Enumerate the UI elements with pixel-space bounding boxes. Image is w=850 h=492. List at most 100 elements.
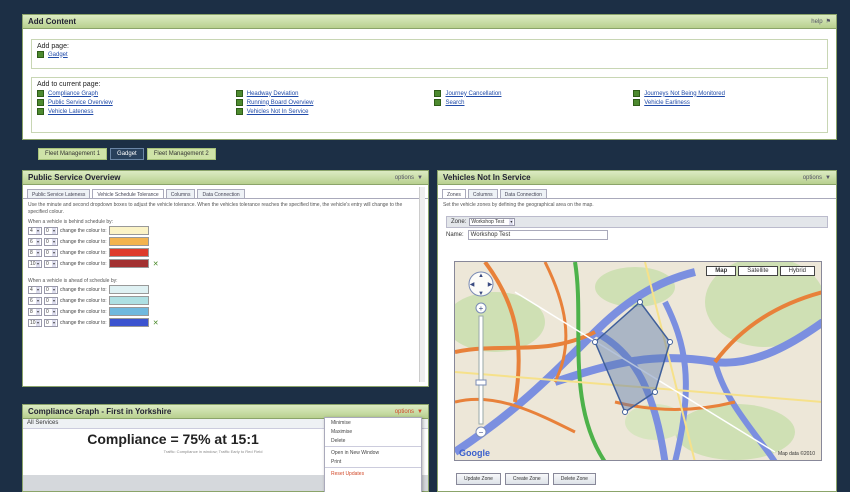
tab-public-service-lateness[interactable]: Public Service Lateness <box>27 189 91 198</box>
menu-item-print[interactable]: Print <box>325 457 421 466</box>
gadget-column-1: Compliance Graph Public Service Overview… <box>37 89 236 116</box>
colour-swatch[interactable] <box>108 226 149 235</box>
gadget-link[interactable]: Headway Deviation <box>247 91 299 97</box>
menu-item-reset-updates[interactable]: Reset Updates <box>325 469 421 478</box>
add-current-box: Add to current page: Compliance Graph Pu… <box>31 77 828 133</box>
minutes-select[interactable]: 8 ▾ <box>28 307 42 316</box>
vnis-header: Vehicles Not In Service options ▼ <box>438 171 836 185</box>
gadget-link[interactable]: Public Service Overview <box>48 100 113 106</box>
pso-scrollbar[interactable] <box>419 187 425 382</box>
map-canvas[interactable] <box>455 262 822 461</box>
minutes-select[interactable]: 6 ▾ <box>28 237 42 246</box>
minutes-select[interactable]: 4 ▾ <box>28 226 42 235</box>
gadget-icon <box>633 90 641 97</box>
pso-title: Public Service Overview <box>28 173 121 182</box>
ahead-row: 6 ▾ 0 ▾ change the colour to: <box>23 295 428 306</box>
chevron-down-icon: ▼ <box>417 174 423 181</box>
vnis-options-button[interactable]: options ▼ <box>803 175 831 181</box>
seconds-select[interactable]: 0 ▾ <box>44 248 58 257</box>
map-type-hybrid-button[interactable]: Hybrid <box>779 266 815 276</box>
page-tabs: Fleet Management 1 Gadget Fleet Manageme… <box>38 148 216 160</box>
create-zone-button[interactable]: Create Zone <box>504 473 549 485</box>
menu-item-delete[interactable]: Delete <box>325 436 421 445</box>
menu-item-open-new-window[interactable]: Open in New Window <box>325 448 421 457</box>
gadget-icon <box>37 90 44 97</box>
map-type-map-button[interactable]: Map <box>706 266 737 276</box>
menu-divider <box>325 446 421 447</box>
seconds-select[interactable]: 0 ▾ <box>44 318 58 327</box>
ahead-row: 10 ▾ 0 ▾ change the colour to: ✕ <box>23 317 428 328</box>
zone-select[interactable]: Workshop Test ▾ <box>469 218 516 226</box>
zone-map[interactable]: ▲ ▼ ◀ ▶ + − Map Satellite Hybrid Google … <box>454 261 822 461</box>
gadget-column-4: Journeys Not Being Monitored Vehicle Ear… <box>633 89 822 116</box>
seconds-select[interactable]: 0 ▾ <box>44 226 58 235</box>
delete-zone-button[interactable]: Delete Zone <box>552 473 596 485</box>
behind-row: 4 ▾ 0 ▾ change the colour to: <box>23 225 428 236</box>
colour-swatch[interactable] <box>108 285 149 294</box>
tab-zones[interactable]: Zones <box>442 189 466 198</box>
map-type-satellite-button[interactable]: Satellite <box>738 266 778 276</box>
delete-icon[interactable]: ✕ <box>153 260 159 268</box>
minutes-select[interactable]: 4 ▾ <box>28 285 42 294</box>
gadget-link[interactable]: Search <box>445 100 464 106</box>
zone-name-input[interactable]: Workshop Test <box>467 230 608 240</box>
behind-row: 6 ▾ 0 ▾ change the colour to: <box>23 236 428 247</box>
gadget-icon <box>37 108 44 115</box>
minutes-select[interactable]: 10 ▾ <box>28 259 42 268</box>
seconds-select[interactable]: 0 ▾ <box>44 237 58 246</box>
pso-options-button[interactable]: options ▼ <box>395 175 423 181</box>
gadget-link[interactable]: Running Board Overview <box>247 100 314 106</box>
tab-fleet-management-1[interactable]: Fleet Management 1 <box>38 148 108 160</box>
colour-swatch[interactable] <box>108 307 149 316</box>
tab-columns[interactable]: Columns <box>467 189 498 198</box>
colour-swatch[interactable] <box>108 237 149 246</box>
minutes-select[interactable]: 6 ▾ <box>28 296 42 305</box>
seconds-select[interactable]: 0 ▾ <box>44 285 58 294</box>
colour-swatch[interactable] <box>108 248 149 257</box>
gadget-columns: Compliance Graph Public Service Overview… <box>37 89 822 116</box>
gadget-link[interactable]: Vehicle Lateness <box>48 109 93 115</box>
pin-icon: ⚑ <box>825 19 831 25</box>
menu-item-minimise[interactable]: Minimise <box>325 418 421 427</box>
add-page-link-gadget[interactable]: Gadget <box>48 52 68 58</box>
add-page-box: Add page: Gadget <box>31 39 828 69</box>
minutes-select[interactable]: 10 ▾ <box>28 318 42 327</box>
colour-swatch[interactable] <box>108 296 149 305</box>
seconds-select[interactable]: 0 ▾ <box>44 259 58 268</box>
colour-swatch[interactable] <box>108 318 149 327</box>
vnis-subtabs: Zones Columns Data Connection <box>438 185 836 199</box>
delete-icon[interactable]: ✕ <box>153 319 159 327</box>
compliance-graph-panel: Compliance Graph - First in Yorkshire op… <box>22 404 429 492</box>
compliance-options-button[interactable]: options ▼ <box>395 409 423 415</box>
menu-item-maximise[interactable]: Maximise <box>325 427 421 436</box>
seconds-select[interactable]: 0 ▾ <box>44 307 58 316</box>
tab-fleet-management-2[interactable]: Fleet Management 2 <box>146 148 216 160</box>
map-pan-zoom-control[interactable]: ▲ ▼ ◀ ▶ + − <box>467 270 495 442</box>
gadget-icon <box>37 51 44 58</box>
chevron-down-icon: ▾ <box>509 219 514 225</box>
tab-data-connection[interactable]: Data Connection <box>499 189 547 198</box>
gadget-link[interactable]: Compliance Graph <box>48 91 98 97</box>
menu-divider <box>325 467 421 468</box>
pso-header: Public Service Overview options ▼ <box>23 171 428 185</box>
chevron-down-icon: ▾ <box>52 238 56 245</box>
gadget-link[interactable]: Vehicles Not In Service <box>247 109 309 115</box>
change-colour-label: change the colour to: <box>60 227 107 234</box>
tab-data-connection[interactable]: Data Connection <box>197 189 245 198</box>
gadget-link[interactable]: Journeys Not Being Monitored <box>644 91 725 97</box>
gadget-link[interactable]: Journey Cancellation <box>445 91 501 97</box>
help-link[interactable]: help ⚑ <box>811 18 831 26</box>
map-attribution: Map data ©2010 <box>777 451 815 457</box>
zone-action-buttons: Update Zone Create Zone Delete Zone <box>456 473 596 485</box>
chevron-down-icon: ▾ <box>36 227 40 234</box>
tab-vehicle-schedule-tolerance[interactable]: Vehicle Schedule Tolerance <box>92 189 164 198</box>
update-zone-button[interactable]: Update Zone <box>456 473 501 485</box>
minutes-select[interactable]: 8 ▾ <box>28 248 42 257</box>
add-content-header: Add Content help ⚑ <box>23 15 836 29</box>
seconds-select[interactable]: 0 ▾ <box>44 296 58 305</box>
tab-gadget[interactable]: Gadget <box>110 148 144 160</box>
gadget-link[interactable]: Vehicle Earliness <box>644 100 690 106</box>
colour-swatch[interactable] <box>108 259 149 268</box>
tab-columns[interactable]: Columns <box>165 189 196 198</box>
gadget-icon <box>235 108 243 115</box>
